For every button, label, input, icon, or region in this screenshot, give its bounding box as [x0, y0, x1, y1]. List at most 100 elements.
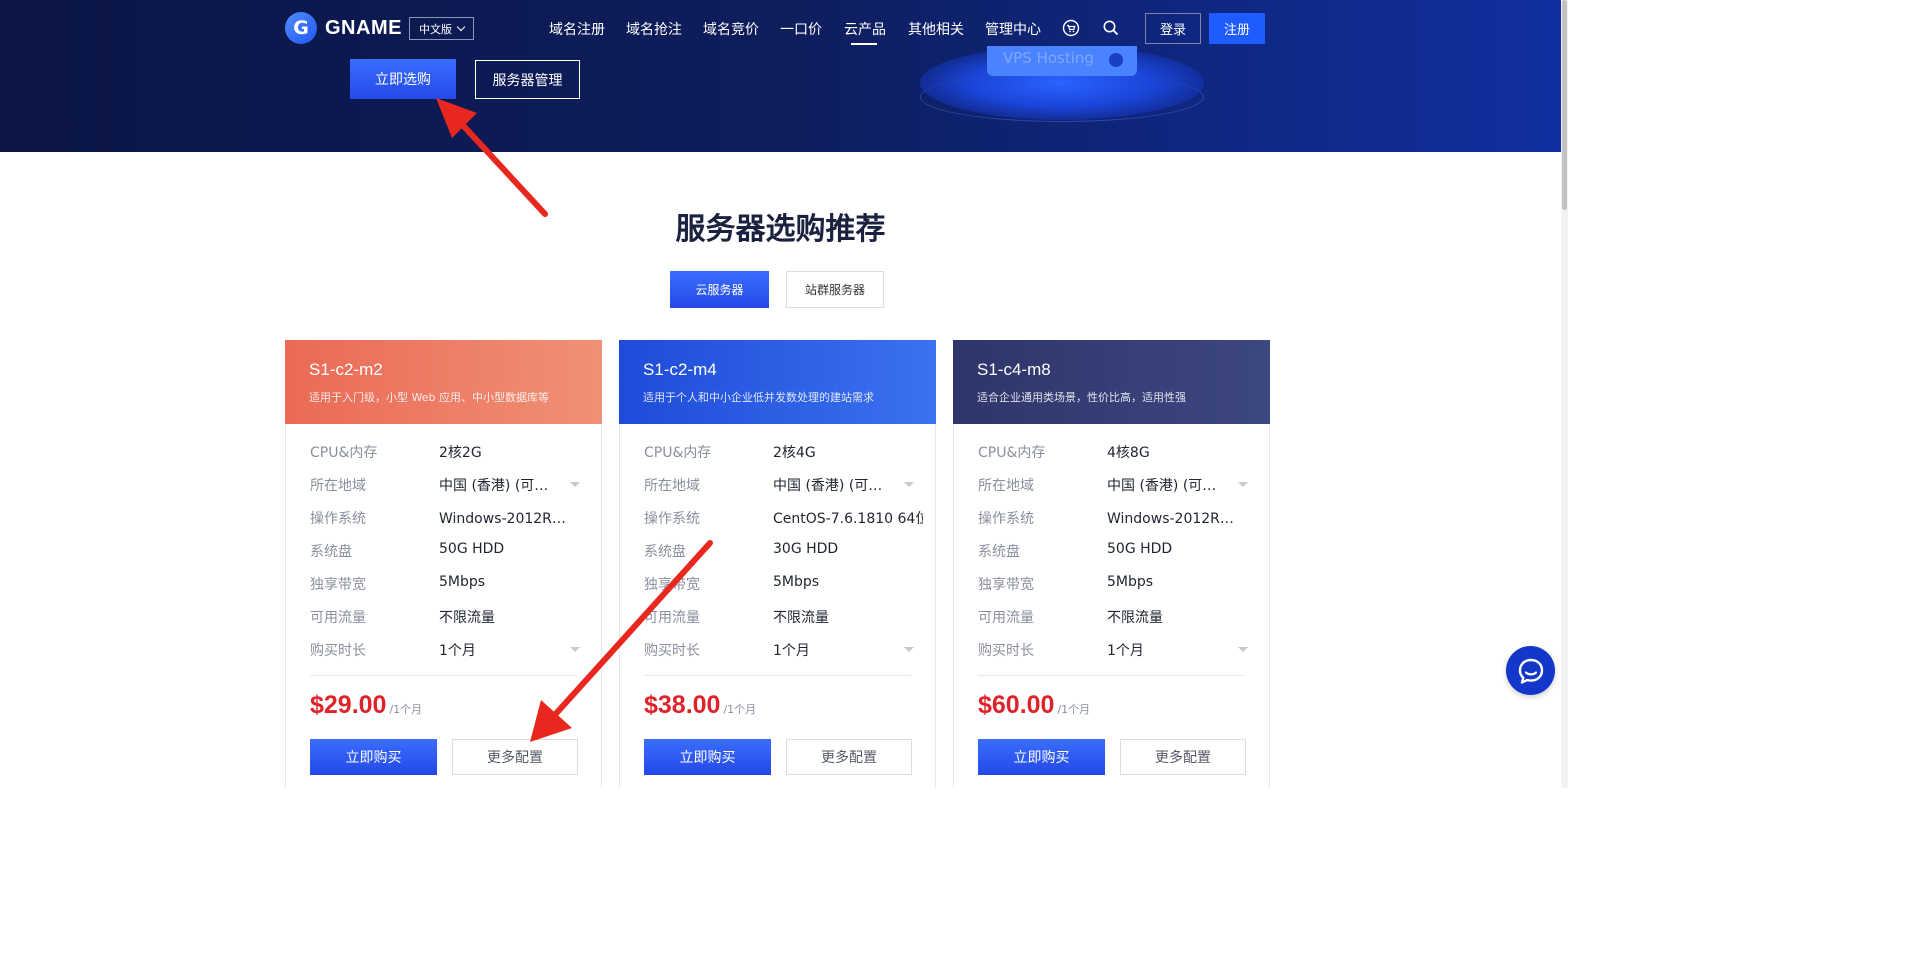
spec-label: 独享带宽 — [978, 577, 1034, 593]
spec-label: 所在地域 — [644, 478, 700, 494]
dropdown-arrow-icon[interactable] — [570, 482, 580, 487]
price: $38.00/1个月 — [644, 691, 756, 720]
spec-label: 所在地域 — [978, 478, 1034, 494]
dropdown-arrow-icon[interactable] — [904, 647, 914, 652]
price-unit: /1个月 — [1057, 703, 1091, 716]
more-config-button[interactable]: 更多配置 — [1120, 739, 1246, 775]
login-button[interactable]: 登录 — [1145, 13, 1201, 44]
spec-row-bandwidth: 独享带宽 5Mbps — [644, 574, 914, 594]
spec-value: 不限流量 — [1107, 610, 1163, 626]
duration-select[interactable]: 1个月 — [1107, 640, 1247, 660]
spec-label: 可用流量 — [978, 610, 1034, 626]
nav-item-domain-register[interactable]: 域名注册 — [549, 19, 605, 39]
more-config-button[interactable]: 更多配置 — [786, 739, 912, 775]
divider — [644, 675, 911, 676]
more-config-button[interactable]: 更多配置 — [452, 739, 578, 775]
gname-logo-icon: G — [285, 12, 317, 44]
spec-label: CPU&内存 — [310, 445, 378, 461]
language-label: 中文版 — [419, 22, 452, 36]
chevron-down-icon — [456, 22, 466, 32]
dropdown-arrow-icon[interactable] — [904, 482, 914, 487]
spec-value: CentOS-7.6.1810 64位 — [773, 511, 923, 527]
nav-item-domain-auction[interactable]: 域名竞价 — [703, 19, 759, 39]
tab-cloud-server[interactable]: 云服务器 — [670, 271, 769, 308]
spec-row-region[interactable]: 所在地域 中国 (香港) (可用区B) — [310, 475, 580, 495]
plan-card-header: S1-c2-m2 适用于入门级，小型 Web 应用、中小型数据库等 — [285, 340, 602, 424]
region-select[interactable]: 中国 (香港) (可用区B) — [1107, 475, 1229, 495]
logo[interactable]: G GNAME — [285, 12, 402, 44]
spec-value: Windows-2012R2-64位 — [1107, 511, 1239, 527]
price-value: $29.00 — [310, 691, 387, 719]
duration-select[interactable]: 1个月 — [773, 640, 913, 660]
spec-row-disk: 系统盘 30G HDD — [644, 541, 914, 561]
plan-name: S1-c2-m2 — [309, 360, 383, 379]
dropdown-arrow-icon[interactable] — [570, 647, 580, 652]
spec-value: 2核4G — [773, 445, 816, 461]
spec-label: 购买时长 — [644, 643, 700, 659]
spec-value: 5Mbps — [773, 574, 820, 590]
duration-select[interactable]: 1个月 — [439, 640, 579, 660]
spec-row-os: 操作系统 Windows-2012R2-64位 — [310, 508, 580, 528]
spec-row-duration[interactable]: 购买时长 1个月 — [978, 640, 1248, 660]
tab-cluster-server[interactable]: 站群服务器 — [786, 271, 884, 308]
price-unit: /1个月 — [389, 703, 423, 716]
buy-button[interactable]: 立即购买 — [644, 739, 771, 775]
spec-label: 操作系统 — [644, 511, 700, 527]
plan-card-header: S1-c4-m8 适合企业通用类场景，性价比高，适用性强 — [953, 340, 1270, 424]
spec-row-duration[interactable]: 购买时长 1个月 — [644, 640, 914, 660]
price-unit: /1个月 — [723, 703, 757, 716]
region-select[interactable]: 中国 (香港) (可用区B) — [773, 475, 895, 495]
server-management-button[interactable]: 服务器管理 — [475, 60, 580, 99]
spec-row-region[interactable]: 所在地域 中国 (香港) (可用区B) — [644, 475, 914, 495]
nav-active-indicator — [851, 43, 877, 45]
spec-value: 50G HDD — [1107, 541, 1173, 557]
spec-label: 独享带宽 — [644, 577, 700, 593]
spec-row-region[interactable]: 所在地域 中国 (香港) (可用区B) — [978, 475, 1248, 495]
nav-item-cloud-products[interactable]: 云产品 — [844, 19, 886, 39]
spec-label: 所在地域 — [310, 478, 366, 494]
spec-value: 2核2G — [439, 445, 482, 461]
live-chat-button[interactable] — [1506, 646, 1555, 695]
spec-row-traffic: 可用流量 不限流量 — [310, 607, 580, 627]
spec-row-disk: 系统盘 50G HDD — [310, 541, 580, 561]
buy-button[interactable]: 立即购买 — [310, 739, 437, 775]
nav-item-other[interactable]: 其他相关 — [908, 19, 964, 39]
spec-label: 独享带宽 — [310, 577, 366, 593]
price-value: $38.00 — [644, 691, 721, 719]
nav-item-domain-snatch[interactable]: 域名抢注 — [626, 19, 682, 39]
buy-button[interactable]: 立即购买 — [978, 739, 1105, 775]
dropdown-arrow-icon[interactable] — [1238, 482, 1248, 487]
spec-row-duration[interactable]: 购买时长 1个月 — [310, 640, 580, 660]
toggle-dot-icon — [1109, 53, 1123, 67]
divider — [310, 675, 577, 676]
search-icon[interactable] — [1102, 19, 1120, 37]
register-button[interactable]: 注册 — [1209, 13, 1265, 44]
price: $29.00/1个月 — [310, 691, 422, 720]
spec-label: CPU&内存 — [978, 445, 1046, 461]
page: VPS Hosting G GNAME 中文版 域名注册 域名抢注 域名竞价 一… — [0, 0, 1568, 788]
plan-name: S1-c2-m4 — [643, 360, 717, 379]
dropdown-arrow-icon[interactable] — [1238, 647, 1248, 652]
cart-icon[interactable] — [1062, 19, 1080, 37]
spec-row-os: 操作系统 CentOS-7.6.1810 64位 — [644, 508, 923, 528]
price: $60.00/1个月 — [978, 691, 1090, 720]
language-selector[interactable]: 中文版 — [409, 17, 474, 40]
nav-item-fixed-price[interactable]: 一口价 — [780, 19, 822, 39]
chat-bubble-icon — [1518, 658, 1543, 684]
nav-item-management-center[interactable]: 管理中心 — [985, 19, 1041, 39]
buy-now-button[interactable]: 立即选购 — [350, 59, 456, 99]
hero-illustration-text: VPS Hosting — [1003, 49, 1094, 67]
plan-card-header: S1-c2-m4 适用于个人和中小企业低并发数处理的建站需求 — [619, 340, 936, 424]
plan-card-s1-c4-m8: S1-c4-m8 适合企业通用类场景，性价比高，适用性强 CPU&内存 4核8G … — [953, 340, 1270, 788]
spec-label: 可用流量 — [644, 610, 700, 626]
spec-value: 30G HDD — [773, 541, 839, 557]
region-select[interactable]: 中国 (香港) (可用区B) — [439, 475, 561, 495]
spec-row-cpu: CPU&内存 2核2G — [310, 442, 580, 462]
spec-label: 系统盘 — [978, 544, 1020, 560]
spec-value: 5Mbps — [1107, 574, 1154, 590]
scrollbar-thumb[interactable] — [1562, 0, 1567, 210]
plan-card-s1-c2-m4: S1-c2-m4 适用于个人和中小企业低并发数处理的建站需求 CPU&内存 2核4… — [619, 340, 936, 788]
spec-label: 可用流量 — [310, 610, 366, 626]
spec-row-disk: 系统盘 50G HDD — [978, 541, 1248, 561]
spec-value: 不限流量 — [439, 610, 495, 626]
